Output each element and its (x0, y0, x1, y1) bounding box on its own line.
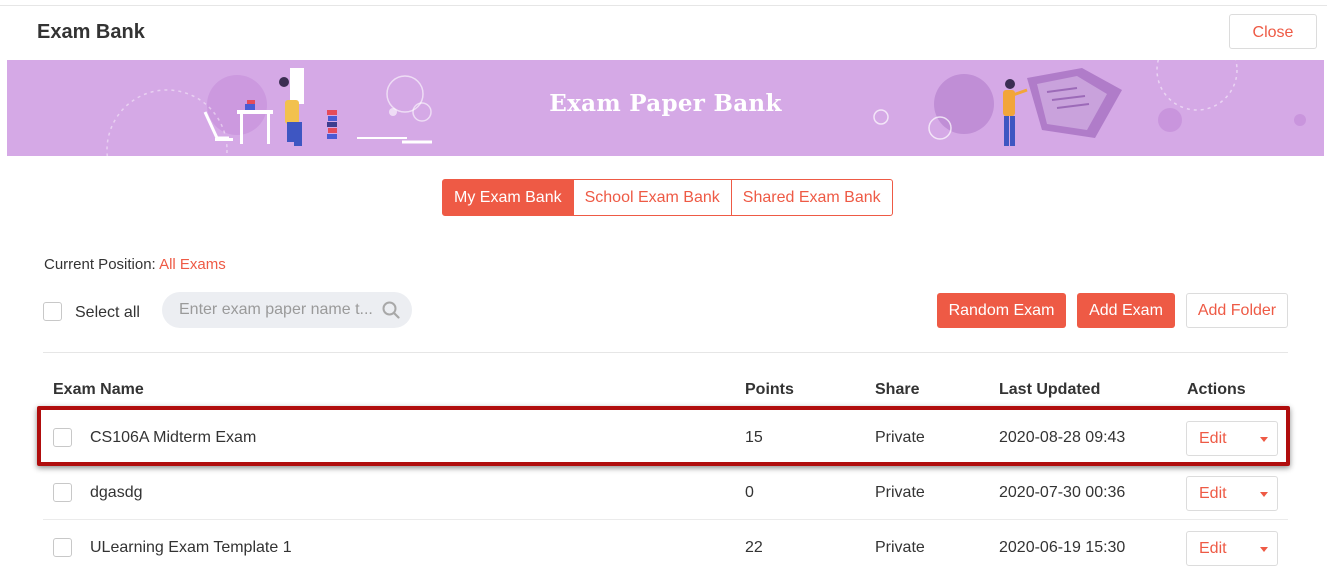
exam-name[interactable]: CS106A Midterm Exam (90, 429, 256, 447)
search-box (162, 292, 412, 328)
tab-school-exam-bank[interactable]: School Exam Bank (573, 179, 732, 216)
edit-dropdown: Edit (1186, 421, 1278, 456)
breadcrumb-prefix: Current Position: (44, 256, 156, 273)
tab-shared-exam-bank[interactable]: Shared Exam Bank (731, 179, 893, 216)
bank-tabs: My Exam Bank School Exam Bank Shared Exa… (442, 179, 893, 216)
exam-points: 0 (745, 484, 754, 501)
edit-dropdown: Edit (1186, 531, 1278, 566)
exam-last-updated: 2020-07-30 00:36 (999, 484, 1126, 501)
row-checkbox[interactable] (53, 428, 72, 447)
select-all-checkbox[interactable] (43, 302, 62, 321)
caret-down-icon[interactable] (1260, 547, 1268, 552)
exam-share: Private (875, 429, 925, 446)
caret-down-icon[interactable] (1260, 437, 1268, 442)
tab-my-exam-bank[interactable]: My Exam Bank (442, 179, 574, 216)
table-row: ULearning Exam Template 1 22 Private 202… (43, 520, 1288, 575)
edit-button[interactable]: Edit (1199, 430, 1227, 448)
exam-last-updated: 2020-06-19 15:30 (999, 539, 1126, 556)
column-header-last-updated: Last Updated (999, 381, 1101, 398)
table-row: CS106A Midterm Exam 15 Private 2020-08-2… (43, 410, 1288, 465)
edit-button[interactable]: Edit (1199, 485, 1227, 503)
edit-dropdown: Edit (1186, 476, 1278, 511)
table-row: dgasdg 0 Private 2020-07-30 00:36 Edit (43, 465, 1288, 520)
exam-points: 15 (745, 429, 763, 446)
top-border (0, 5, 1327, 6)
search-input[interactable] (179, 292, 379, 328)
row-checkbox[interactable] (53, 538, 72, 557)
random-exam-button[interactable]: Random Exam (937, 293, 1066, 328)
exam-name[interactable]: dgasdg (90, 484, 143, 502)
exam-points: 22 (745, 539, 763, 556)
add-folder-button[interactable]: Add Folder (1186, 293, 1288, 328)
edit-button[interactable]: Edit (1199, 540, 1227, 558)
close-button[interactable]: Close (1229, 14, 1317, 49)
dialog-title: Exam Bank (37, 21, 145, 43)
breadcrumb: Current Position: All Exams (44, 256, 226, 273)
search-icon[interactable] (382, 301, 400, 324)
column-header-points: Points (745, 381, 794, 398)
row-checkbox[interactable] (53, 483, 72, 502)
select-all-label: Select all (75, 304, 140, 321)
caret-down-icon[interactable] (1260, 492, 1268, 497)
exam-name[interactable]: ULearning Exam Template 1 (90, 539, 292, 557)
breadcrumb-all-exams-link[interactable]: All Exams (159, 256, 226, 273)
banner-title: Exam Paper Bank (549, 90, 782, 117)
column-header-exam-name: Exam Name (53, 381, 144, 398)
banner: Exam Paper Bank (7, 60, 1324, 156)
exam-share: Private (875, 484, 925, 501)
column-header-share: Share (875, 381, 920, 398)
column-header-actions: Actions (1187, 381, 1246, 398)
exam-share: Private (875, 539, 925, 556)
toolbar-divider (43, 352, 1288, 353)
exam-last-updated: 2020-08-28 09:43 (999, 429, 1126, 446)
add-exam-button[interactable]: Add Exam (1077, 293, 1175, 328)
